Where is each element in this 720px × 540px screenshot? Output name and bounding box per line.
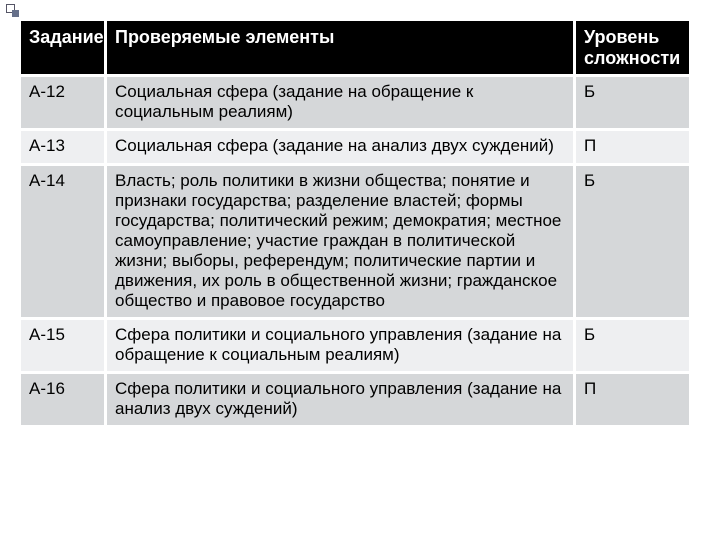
cell-level: П <box>575 130 691 164</box>
header-level: Уровень сложности <box>575 20 691 76</box>
cell-elements: Социальная сфера (задание на анализ двух… <box>106 130 575 164</box>
cell-level: Б <box>575 76 691 130</box>
cell-task: А-16 <box>20 372 106 426</box>
cell-elements: Сфера политики и социального управления … <box>106 318 575 372</box>
cell-level: Б <box>575 318 691 372</box>
tasks-table: Задание Проверяемые элементы Уровень сло… <box>18 18 692 428</box>
cell-task: А-15 <box>20 318 106 372</box>
table-row: А-13 Социальная сфера (задание на анализ… <box>20 130 691 164</box>
header-task: Задание <box>20 20 106 76</box>
cell-elements: Социальная сфера (задание на обращение к… <box>106 76 575 130</box>
cell-task: А-14 <box>20 164 106 318</box>
table-row: А-15 Сфера политики и социального управл… <box>20 318 691 372</box>
cell-elements: Сфера политики и социального управления … <box>106 372 575 426</box>
table-row: А-14 Власть; роль политики в жизни общес… <box>20 164 691 318</box>
slide-bullet-icon <box>6 4 20 18</box>
header-elements: Проверяемые элементы <box>106 20 575 76</box>
cell-elements: Власть; роль политики в жизни общества; … <box>106 164 575 318</box>
table-row: А-12 Социальная сфера (задание на обраще… <box>20 76 691 130</box>
table-header-row: Задание Проверяемые элементы Уровень сло… <box>20 20 691 76</box>
cell-task: А-12 <box>20 76 106 130</box>
table-row: А-16 Сфера политики и социального управл… <box>20 372 691 426</box>
cell-level: Б <box>575 164 691 318</box>
cell-level: П <box>575 372 691 426</box>
cell-task: А-13 <box>20 130 106 164</box>
